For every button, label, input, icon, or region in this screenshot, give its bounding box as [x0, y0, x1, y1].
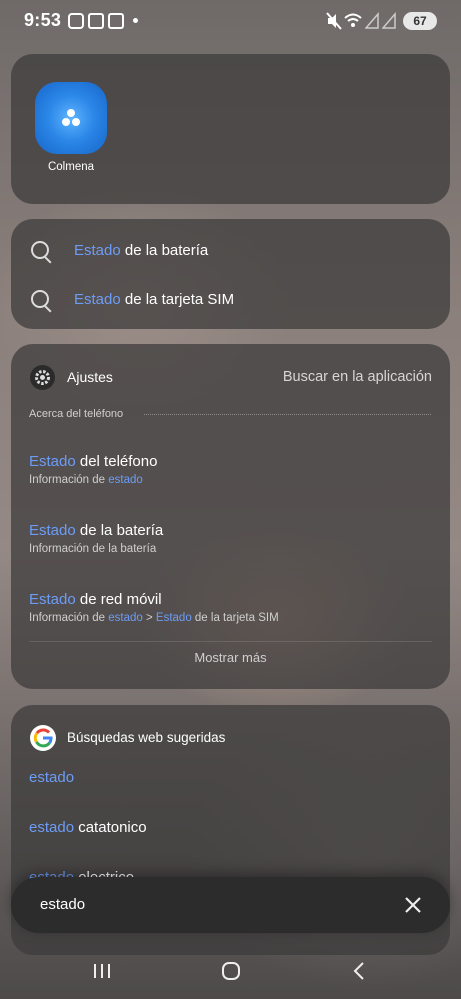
screenshot-icon — [68, 13, 84, 29]
result-title: Estado del teléfono — [29, 453, 158, 470]
back-icon[interactable] — [352, 961, 366, 981]
app-results-card: Colmena — [11, 54, 450, 204]
more-notifications-icon — [133, 18, 138, 23]
divider — [29, 641, 432, 642]
battery-indicator: 67 — [403, 12, 437, 30]
signal-icon-2 — [382, 12, 396, 29]
settings-result-item[interactable]: Estado de la batería Información de la b… — [11, 508, 450, 570]
suggestion-label: Estado de la tarjeta SIM — [74, 291, 235, 308]
app-notification-icon — [88, 13, 104, 29]
mute-icon — [326, 12, 342, 30]
navigation-bar — [0, 945, 461, 999]
show-more-button[interactable]: Mostrar más — [11, 650, 450, 665]
status-time: 9:53 — [24, 10, 62, 30]
app-name: Colmena — [47, 161, 95, 173]
search-input[interactable]: estado — [40, 896, 85, 913]
result-title: Estado de la batería — [29, 522, 164, 539]
search-in-app-link[interactable]: Buscar en la aplicación — [283, 369, 432, 385]
gear-icon — [35, 370, 50, 385]
web-section-title: Búsquedas web sugeridas — [67, 730, 226, 745]
settings-results-card: Ajustes Buscar en la aplicación Acerca d… — [11, 344, 450, 689]
suggestion-label: Estado de la batería — [74, 242, 209, 259]
settings-result-item[interactable]: Estado del teléfono Información de estad… — [11, 439, 450, 501]
result-subtitle: Información de estado > Estado de la tar… — [29, 612, 279, 624]
settings-result-item[interactable]: Estado de red móvil Información de estad… — [11, 577, 450, 639]
status-bar: 9:53 67 — [0, 0, 461, 44]
settings-app-name: Ajustes — [67, 369, 113, 385]
result-subtitle: Información de la batería — [29, 543, 157, 555]
app-notification-icon-2 — [108, 13, 124, 29]
wifi-icon — [344, 13, 362, 27]
google-icon — [30, 725, 56, 751]
home-icon[interactable] — [222, 962, 240, 980]
settings-app-icon — [30, 365, 55, 390]
result-title: Estado de red móvil — [29, 591, 162, 608]
close-icon[interactable] — [404, 896, 422, 914]
suggestion-item[interactable]: Estado de la tarjeta SIM — [11, 276, 450, 324]
web-suggestion-item[interactable]: estado catatonico — [29, 819, 147, 836]
signal-icon — [365, 12, 379, 29]
section-divider — [144, 414, 431, 415]
section-header: Acerca del teléfono — [29, 408, 124, 420]
colmena-app-icon[interactable] — [35, 82, 107, 154]
result-subtitle: Información de estado — [29, 474, 143, 486]
suggestion-item[interactable]: Estado de la batería — [11, 227, 450, 275]
hexagon-icon — [62, 109, 80, 126]
search-bar[interactable]: estado — [11, 877, 450, 933]
web-suggestion-item[interactable]: estado — [29, 769, 74, 786]
suggestions-card: Estado de la batería Estado de la tarjet… — [11, 219, 450, 329]
recent-apps-icon[interactable] — [91, 962, 113, 980]
